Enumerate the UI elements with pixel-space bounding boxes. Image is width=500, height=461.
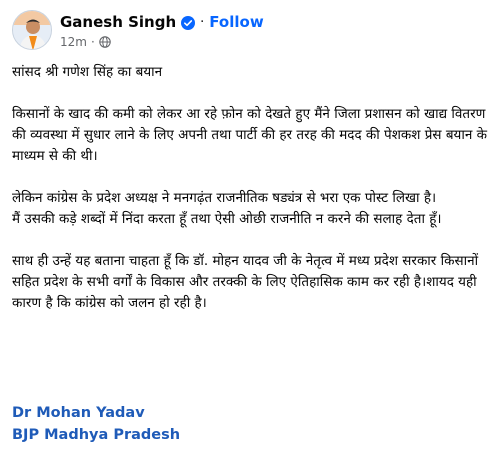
post-header: Ganesh Singh · Follow 12m · <box>12 10 492 54</box>
post-body: सांसद श्री गणेश सिंह का बयान किसानों के … <box>12 62 492 314</box>
author-name[interactable]: Ganesh Singh <box>60 13 176 31</box>
avatar-image <box>13 11 51 49</box>
follow-button[interactable]: Follow <box>209 13 263 31</box>
avatar[interactable] <box>12 10 52 50</box>
meta-separator: · <box>90 35 95 49</box>
globe-icon[interactable] <box>99 36 111 48</box>
signature-block: Dr Mohan Yadav BJP Madhya Pradesh <box>12 402 180 446</box>
facebook-post: Ganesh Singh · Follow 12m · सांसद श्री ग… <box>0 0 500 461</box>
post-paragraph-1: किसानों के खाद की कमी को लेकर आ रहे फ़ोन… <box>12 106 488 164</box>
signature-line-1: Dr Mohan Yadav <box>12 405 145 421</box>
dot-separator: · <box>200 14 205 30</box>
post-paragraph-2a: लेकिन कांग्रेस के प्रदेश अध्यक्ष ने मनगढ… <box>12 190 437 206</box>
post-paragraph-2b: मैं उसकी कड़े शब्दों में निंदा करता हूँ … <box>12 211 442 227</box>
author-row: Ganesh Singh · Follow <box>60 12 264 32</box>
post-title-line: सांसद श्री गणेश सिंह का बयान <box>12 64 163 80</box>
post-meta: 12m · <box>60 34 111 50</box>
signature-line-2: BJP Madhya Pradesh <box>12 427 181 443</box>
post-timestamp[interactable]: 12m <box>60 35 87 49</box>
verified-badge-icon <box>181 15 196 30</box>
post-paragraph-3: साथ ही उन्हें यह बताना चाहता हूँ कि डॉ. … <box>12 253 479 311</box>
